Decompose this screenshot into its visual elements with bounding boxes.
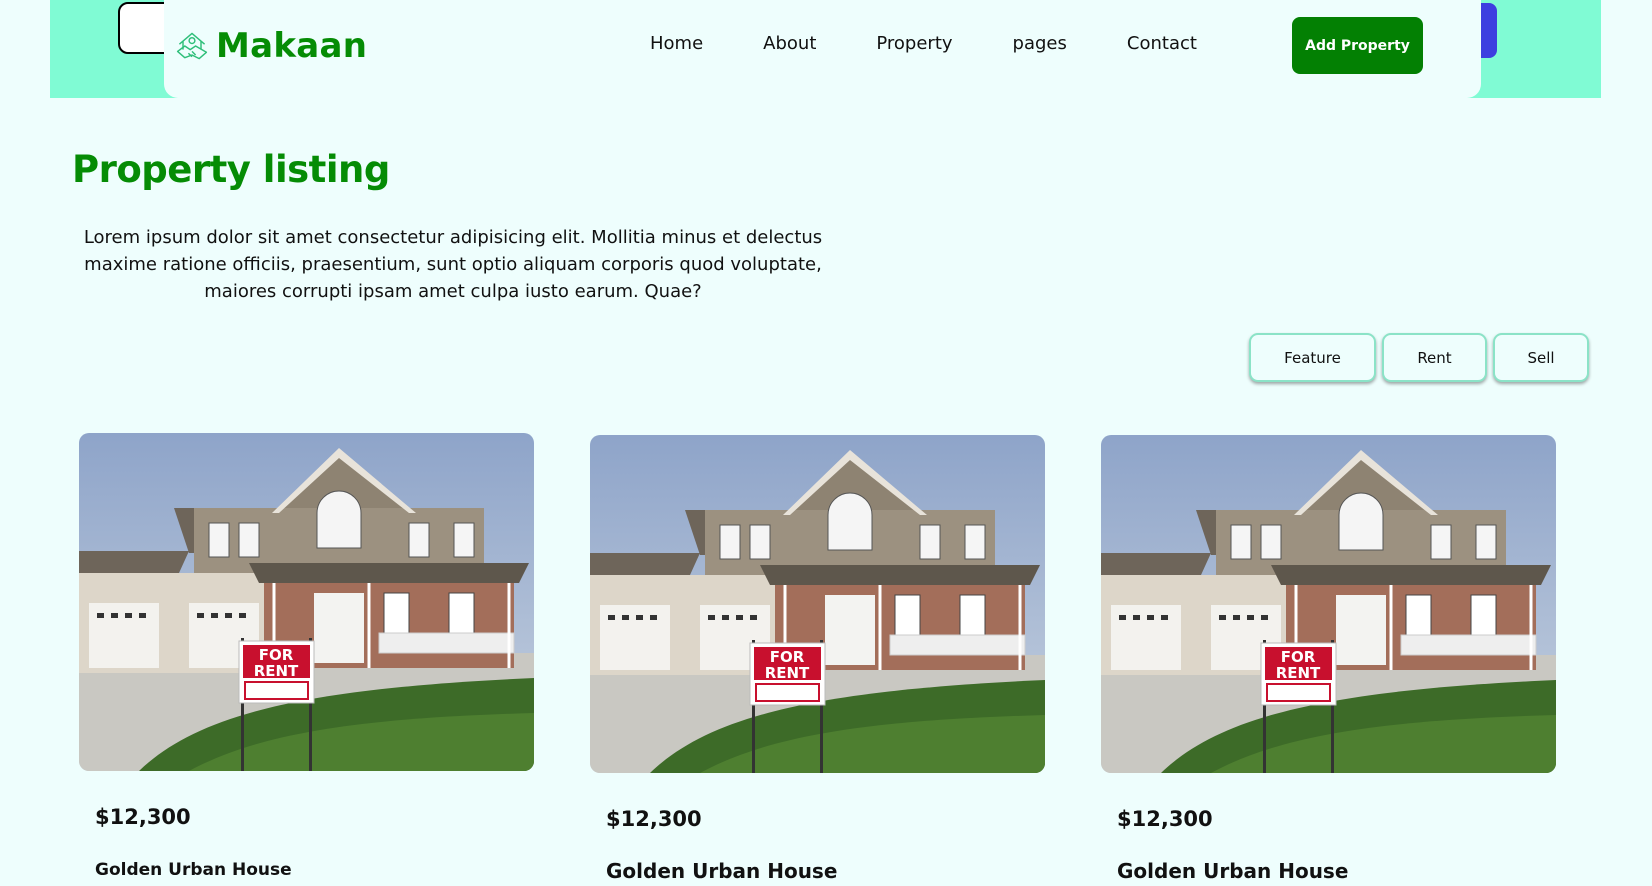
navbar: Makaan Home About Property pages Contact…: [164, 0, 1481, 98]
listing-name[interactable]: Golden Urban House: [1117, 859, 1348, 883]
listing-name[interactable]: Golden Urban House: [606, 859, 837, 883]
nav-home[interactable]: Home: [650, 33, 703, 54]
house-photo: FOR RENT: [79, 433, 534, 771]
listing-card[interactable]: FOR RENT $12,300 Golden Urban House: [79, 433, 534, 880]
brand-name: Makaan: [216, 26, 368, 66]
sign-text-line2: RENT: [1276, 664, 1321, 682]
listing-card[interactable]: FOR RENT $12,300 Golden Urban House: [1101, 435, 1556, 883]
listing-name[interactable]: Golden Urban House: [95, 860, 292, 880]
brand-logo[interactable]: Makaan: [174, 26, 367, 66]
nav-pages[interactable]: pages: [1013, 33, 1067, 54]
house-photo: FOR RENT: [590, 435, 1045, 773]
house-photo: FOR RENT: [1101, 435, 1556, 773]
listing-price: $12,300: [606, 807, 702, 831]
listing-card[interactable]: FOR RENT $12,300 Golden Urban House: [590, 435, 1045, 883]
intro-text: Lorem ipsum dolor sit amet consectetur a…: [83, 227, 823, 302]
nav-contact[interactable]: Contact: [1127, 33, 1197, 54]
listing-price: $12,300: [1117, 807, 1213, 831]
listing-price: $12,300: [95, 805, 191, 829]
handshake-house-icon: [176, 32, 208, 60]
nav-property[interactable]: Property: [876, 33, 952, 54]
page-title: Property listing: [72, 148, 390, 191]
filter-feature-button[interactable]: Feature: [1249, 333, 1376, 382]
filter-group: Feature Rent Sell: [1249, 333, 1595, 382]
nav-about[interactable]: About: [763, 33, 816, 54]
sign-text-line2: RENT: [254, 662, 299, 680]
add-property-button[interactable]: Add Property: [1292, 17, 1423, 74]
main-nav: Home About Property pages Contact: [650, 33, 1257, 54]
filter-sell-button[interactable]: Sell: [1493, 333, 1589, 382]
sign-text-line2: RENT: [765, 664, 810, 682]
filter-rent-button[interactable]: Rent: [1382, 333, 1487, 382]
